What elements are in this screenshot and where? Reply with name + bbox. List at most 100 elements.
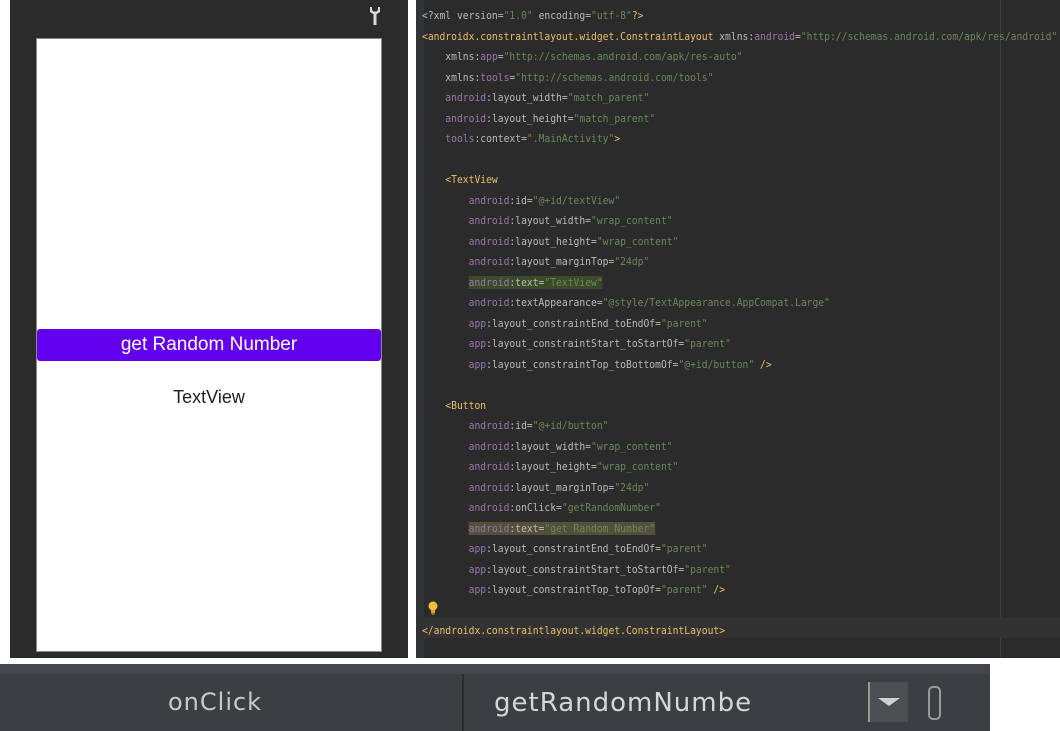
code-token: android xyxy=(468,275,510,289)
code-token: "@+id/button" xyxy=(678,357,755,371)
code-token: app xyxy=(422,562,487,576)
code-line[interactable]: android:layout_height="wrap_content" xyxy=(422,457,679,477)
attribute-row-border xyxy=(0,664,990,674)
code-token: "get Random Number" xyxy=(544,521,656,535)
code-line[interactable]: xmlns:app="http://schemas.android.com/ap… xyxy=(422,47,743,67)
code-token: :text= xyxy=(509,275,545,289)
code-token: android xyxy=(422,255,510,268)
code-token: "http://schemas.android.com/tools" xyxy=(515,70,714,84)
code-token: android xyxy=(422,501,510,514)
code-token: /> xyxy=(754,357,772,371)
code-token: <Button xyxy=(422,398,487,412)
code-token: android xyxy=(422,234,510,248)
code-line[interactable]: app:layout_constraintStart_toStartOf="pa… xyxy=(422,334,731,354)
attribute-column-separator xyxy=(462,674,464,731)
code-line[interactable]: app:layout_constraintEnd_toEndOf="parent… xyxy=(422,314,708,334)
code-token: :layout_constraintEnd_toEndOf= xyxy=(486,316,661,330)
attribute-dropdown-button[interactable] xyxy=(868,682,908,722)
code-token: android xyxy=(422,439,510,453)
get-random-number-button[interactable]: get Random Number xyxy=(37,329,381,361)
code-token: "parent" xyxy=(660,583,708,596)
code-line[interactable]: android:layout_width="match_parent" xyxy=(422,88,649,108)
code-token: android xyxy=(422,296,510,309)
code-line[interactable]: android:layout_width="wrap_content" xyxy=(422,437,673,457)
code-token: tools xyxy=(422,132,475,145)
code-token: "@+id/textView" xyxy=(532,193,621,207)
code-line[interactable]: <androidx.constraintlayout.widget.Constr… xyxy=(422,27,1057,47)
code-token: :context= xyxy=(474,132,527,145)
attribute-value-field[interactable]: getRandomNumbe xyxy=(494,688,752,718)
device-screen: get Random Number TextView xyxy=(36,38,382,652)
code-line[interactable]: android:id="@+id/textView" xyxy=(422,191,621,211)
code-line[interactable]: <TextView xyxy=(422,170,497,190)
code-token: <?xml version= xyxy=(422,9,504,22)
code-line[interactable]: android:text="TextView" xyxy=(422,273,603,293)
code-token: :layout_marginTop= xyxy=(509,480,615,494)
code-line[interactable]: android:layout_width="wrap_content" xyxy=(422,211,673,231)
wrench-icon[interactable] xyxy=(367,6,383,26)
code-line[interactable]: <?xml version="1.0" encoding="utf-8"?> xyxy=(422,6,643,26)
code-token: android xyxy=(422,480,510,494)
code-token: android xyxy=(422,214,510,227)
code-line[interactable]: app:layout_constraintStart_toStartOf="pa… xyxy=(422,560,731,580)
code-token: "1.0" xyxy=(503,9,533,22)
code-line[interactable]: android:layout_marginTop="24dp" xyxy=(422,252,650,272)
code-token: :layout_constraintTop_toBottomOf= xyxy=(486,357,679,371)
code-token: "match_parent" xyxy=(573,111,656,125)
attribute-row: onClick getRandomNumbe xyxy=(0,664,990,731)
code-token: "parent" xyxy=(660,542,708,555)
code-token: </androidx.constraintlayout.widget.Const… xyxy=(422,624,726,637)
code-token: :layout_height= xyxy=(509,460,597,473)
code-line[interactable]: android:id="@+id/button" xyxy=(422,416,609,436)
code-token: "TextView" xyxy=(544,275,603,289)
code-token: app xyxy=(422,357,487,371)
code-token: "parent" xyxy=(684,337,731,350)
code-line[interactable]: app:layout_constraintEnd_toEndOf="parent… xyxy=(422,539,708,559)
code-line[interactable]: android:layout_height="wrap_content" xyxy=(422,232,679,252)
code-token: xmlns: xyxy=(422,50,481,63)
code-token: android xyxy=(422,91,487,104)
code-editor[interactable]: <?xml version="1.0" encoding="utf-8"?> <a… xyxy=(416,0,1060,658)
code-token: :layout_marginTop= xyxy=(509,255,615,268)
code-line[interactable]: android:text="get Random Number" xyxy=(422,519,656,539)
layout-preview-panel: get Random Number TextView xyxy=(10,0,408,658)
code-line[interactable]: tools:context=".MainActivity"> xyxy=(422,129,620,149)
code-token: xmlns: xyxy=(422,70,481,84)
code-token: tools xyxy=(480,70,510,84)
code-line[interactable]: android:onClick="getRandomNumber" xyxy=(422,498,661,518)
code-line[interactable]: android:layout_marginTop="24dp" xyxy=(422,478,650,498)
code-token: android xyxy=(422,460,510,473)
code-token: "24dp" xyxy=(614,480,650,494)
chevron-down-icon xyxy=(878,698,900,706)
lightbulb-icon[interactable] xyxy=(428,601,438,615)
code-line[interactable]: app:layout_constraintTop_toTopOf="parent… xyxy=(422,580,725,600)
code-token: :layout_height= xyxy=(486,111,574,125)
code-token: <androidx.constraintlayout.widget.Constr… xyxy=(422,29,720,43)
code-token: app xyxy=(480,50,498,63)
code-line[interactable]: android:layout_height="match_parent" xyxy=(422,109,655,129)
code-token: "http://schemas.android.com/apk/res/andr… xyxy=(800,29,1058,43)
attribute-name: onClick xyxy=(168,688,263,716)
code-token: android xyxy=(468,521,510,535)
code-token: "24dp" xyxy=(614,255,650,268)
code-token: "getRandomNumber" xyxy=(561,501,661,514)
code-token: encoding= xyxy=(532,9,592,22)
code-token: "http://schemas.android.com/apk/res-auto… xyxy=(503,50,743,63)
code-token: "wrap_content" xyxy=(596,460,679,473)
panel-divider xyxy=(408,0,416,658)
code-line[interactable]: xmlns:tools="http://schemas.android.com/… xyxy=(422,68,713,88)
pick-resource-icon[interactable] xyxy=(928,686,941,720)
code-token: "parent" xyxy=(660,316,708,330)
textview-label[interactable]: TextView xyxy=(37,387,381,408)
code-line[interactable]: app:layout_constraintTop_toBottomOf="@+i… xyxy=(422,355,772,375)
code-line[interactable]: <Button xyxy=(422,396,486,416)
code-line[interactable]: </androidx.constraintlayout.widget.Const… xyxy=(422,621,725,641)
attributes-panel: onClick getRandomNumbe xyxy=(0,658,1060,731)
code-token: :text= xyxy=(509,521,545,535)
code-token: android xyxy=(422,419,510,432)
code-token: ".MainActivity" xyxy=(526,132,615,145)
code-line[interactable]: android:textAppearance="@style/TextAppea… xyxy=(422,293,830,313)
right-margin-guide xyxy=(1000,0,1001,658)
